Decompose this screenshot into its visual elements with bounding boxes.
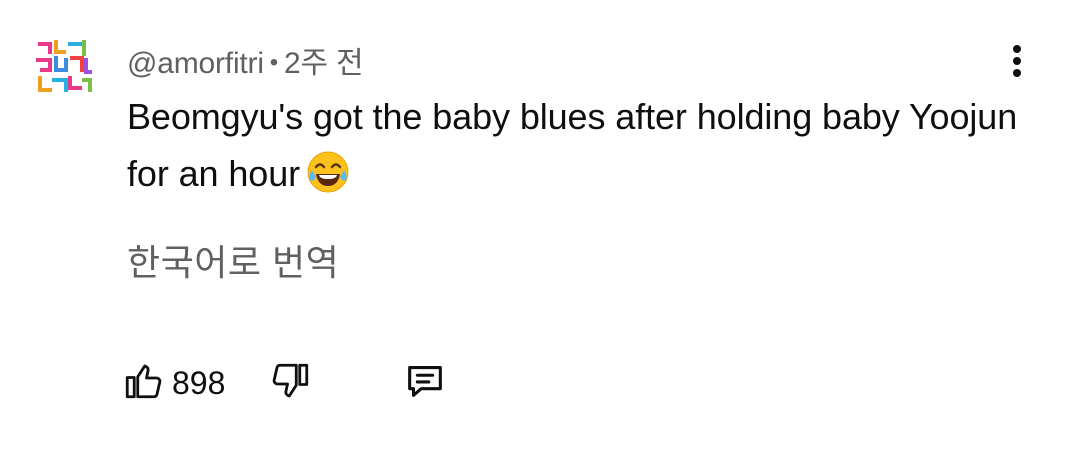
more-vert-icon[interactable]: [1003, 42, 1031, 82]
like-button[interactable]: 898: [122, 358, 225, 408]
avatar[interactable]: [32, 34, 96, 98]
comment-time[interactable]: 2주 전: [284, 47, 364, 80]
face-with-tears-of-joy-icon: [306, 150, 350, 194]
comment-body: Beomgyu's got the baby blues after holdi…: [127, 88, 1027, 202]
reply-comment-icon: [402, 358, 448, 409]
comment-text: Beomgyu's got the baby blues after holdi…: [127, 96, 1018, 194]
dislike-button[interactable]: [270, 358, 312, 408]
comment-actions: 898: [122, 358, 482, 408]
thumb-up-icon: [122, 360, 164, 407]
reply-button[interactable]: [402, 358, 448, 408]
meta-separator: •: [269, 49, 278, 76]
comment-meta: @amorfitri • 2주 전: [127, 38, 364, 82]
translate-link[interactable]: 한국어로 번역: [127, 234, 339, 286]
like-count: 898: [172, 364, 226, 401]
thumb-down-icon: [270, 360, 312, 407]
comment-author[interactable]: @amorfitri: [127, 47, 264, 80]
